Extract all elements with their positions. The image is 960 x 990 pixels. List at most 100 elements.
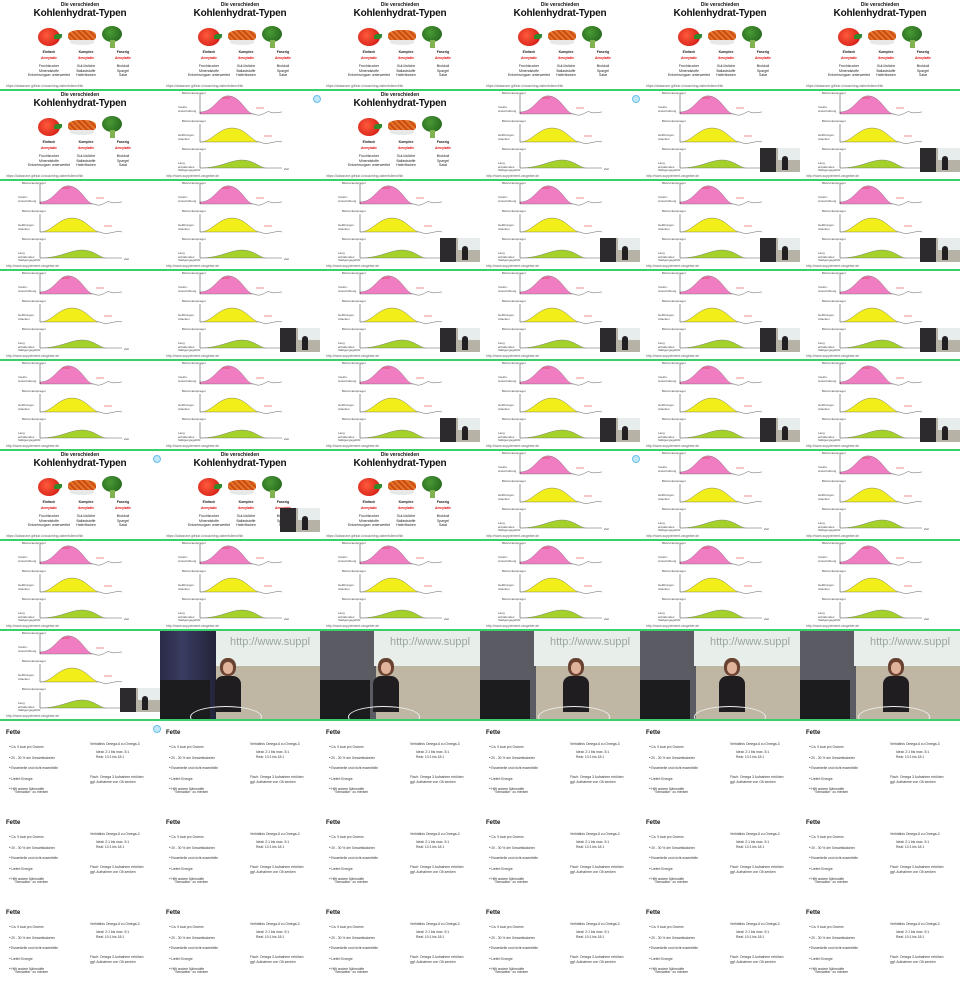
bullet-list: Ca. 9 kcal pro Gramm20 - 30 % der Gesamt… — [169, 742, 218, 795]
bullet-item: Essentielle und nicht essentielle — [809, 763, 858, 774]
curve-label: Heißhunger-Attacken — [498, 403, 515, 411]
video-thumbnail-frame[interactable]: Fette Ca. 9 kcal pro Gramm20 - 30 % der G… — [320, 900, 480, 990]
curve-tail — [413, 201, 443, 206]
video-thumbnail-frame[interactable]: Die verschieden Kohlenhydrat-Typen Einfach… — [320, 0, 480, 90]
video-thumbnail-frame[interactable]: Blutzuckerspiegel Insulin-Ausschüttung Blu… — [320, 270, 480, 360]
video-thumbnail-frame[interactable]: Blutzuckerspiegel Insulin-Ausschüttung Blu… — [800, 540, 960, 630]
curve-tail — [579, 231, 603, 234]
video-thumbnail-frame[interactable]: Die verschieden Kohlenhydrat-Typen Einfach… — [0, 450, 160, 540]
video-thumbnail-frame[interactable]: Blutzuckerspiegel Insulin-Ausschüttung Blu… — [160, 180, 320, 270]
slide-title: Fette — [806, 820, 821, 826]
curve-tail — [419, 411, 443, 414]
video-thumbnail-frame[interactable]: Blutzuckerspiegel Insulin-Ausschüttung Blu… — [0, 360, 160, 450]
curve-label: Blutzuckerspiegel — [662, 389, 686, 393]
video-thumbnail-frame[interactable]: Fette Ca. 9 kcal pro Gramm20 - 30 % der G… — [480, 810, 640, 900]
video-thumbnail-frame[interactable]: http://www.suppl — [640, 630, 800, 720]
video-thumbnail-frame[interactable]: Blutzuckerspiegel Insulin-Ausschüttung Blu… — [160, 540, 320, 630]
video-thumbnail-frame[interactable]: Blutzuckerspiegel Insulin-Ausschüttung Blu… — [480, 360, 640, 450]
video-thumbnail-frame[interactable]: Blutzuckerspiegel Insulin-Ausschüttung Blu… — [640, 360, 800, 450]
video-thumbnail-frame[interactable]: Fette Ca. 9 kcal pro Gramm20 - 30 % der G… — [640, 900, 800, 990]
video-thumbnail-frame[interactable]: Fette Ca. 9 kcal pro Gramm20 - 30 % der G… — [480, 720, 640, 810]
video-thumbnail-frame[interactable]: Blutzuckerspiegel Insulin-Ausschüttung Blu… — [160, 90, 320, 180]
yellow-curve — [839, 127, 901, 143]
video-thumbnail-frame[interactable]: Fette Ca. 9 kcal pro Gramm20 - 30 % der G… — [0, 810, 160, 900]
speaker-video-inset — [440, 328, 480, 352]
video-thumbnail-frame[interactable]: Blutzuckerspiegel Insulin-Ausschüttung Blu… — [800, 180, 960, 270]
slide-url: http://www.supplement-rasgeber.de — [806, 534, 860, 538]
video-thumbnail-frame[interactable]: Die verschieden Kohlenhydrat-Typen Einfach… — [480, 0, 640, 90]
bowl-image — [870, 40, 894, 45]
broccoli-stem-image — [430, 130, 435, 138]
video-thumbnail-frame[interactable]: Die verschieden Kohlenhydrat-Typen Einfach… — [640, 0, 800, 90]
video-thumbnail-frame[interactable]: Blutzuckerspiegel Insulin-Ausschüttung Blu… — [640, 180, 800, 270]
slide-title: Fette — [806, 910, 821, 916]
green-curve — [39, 609, 107, 619]
video-thumbnail-frame[interactable]: Blutzuckerspiegel Insulin-Ausschüttung Blu… — [800, 90, 960, 180]
video-thumbnail-frame[interactable]: Blutzuckerspiegel Insulin-Ausschüttung Blu… — [800, 450, 960, 540]
video-thumbnail-frame[interactable]: Blutzuckerspiegel Insulin-Ausschüttung Blu… — [0, 630, 160, 720]
video-thumbnail-frame[interactable]: Blutzuckerspiegel Insulin-Ausschüttung Blu… — [320, 180, 480, 270]
video-thumbnail-frame[interactable]: Fette Ca. 9 kcal pro Gramm20 - 30 % der G… — [640, 810, 800, 900]
slide-url: http://www.supplement-rasgeber.de — [486, 624, 540, 628]
video-thumbnail-frame[interactable]: Blutzuckerspiegel Insulin-Ausschüttung Blu… — [480, 90, 640, 180]
curve-label: Heißhunger-Attacken — [818, 403, 835, 411]
video-thumbnail-frame[interactable]: http://www.suppl — [800, 630, 960, 720]
video-thumbnail-frame[interactable]: Blutzuckerspiegel Insulin-Ausschüttung Blu… — [320, 360, 480, 450]
curve-label: Insulin-Ausschüttung — [498, 465, 517, 473]
curve-label: Lang anhaltendes Sättigungsgefühl — [178, 161, 201, 172]
video-thumbnail-frame[interactable]: Die verschieden Kohlenhydrat-Typen Einfach… — [320, 450, 480, 540]
bowl-image — [390, 490, 414, 495]
video-thumbnail-frame[interactable]: Fette Ca. 9 kcal pro Gramm20 - 30 % der G… — [800, 900, 960, 990]
video-thumbnail-frame[interactable]: Blutzuckerspiegel Insulin-Ausschüttung Blu… — [800, 360, 960, 450]
video-thumbnail-frame[interactable]: Blutzuckerspiegel Insulin-Ausschüttung Blu… — [0, 180, 160, 270]
video-thumbnail-frame[interactable]: Blutzuckerspiegel Insulin-Ausschüttung Blu… — [160, 270, 320, 360]
video-thumbnail-frame[interactable]: Fette Ca. 9 kcal pro Gramm20 - 30 % der G… — [0, 720, 160, 810]
video-thumbnail-frame[interactable]: Blutzuckerspiegel Insulin-Ausschüttung Blu… — [640, 90, 800, 180]
video-thumbnail-frame[interactable]: Fette Ca. 9 kcal pro Gramm20 - 30 % der G… — [320, 810, 480, 900]
right-note: ggf. Aufnahme von O6 senken — [890, 960, 936, 964]
video-thumbnail-frame[interactable]: Blutzuckerspiegel Insulin-Ausschüttung Blu… — [480, 450, 640, 540]
video-thumbnail-frame[interactable]: Fette Ca. 9 kcal pro Gramm20 - 30 % der G… — [480, 900, 640, 990]
slide-url: http://www.supplement-rasgeber.de — [6, 264, 60, 268]
tomato-leaf-image — [214, 34, 222, 39]
curve-label: Lang anhaltendes Sättigungsgefühl — [18, 341, 41, 352]
video-thumbnail-frame[interactable]: http://www.suppl — [160, 630, 320, 720]
video-thumbnail-frame[interactable]: Blutzuckerspiegel Insulin-Ausschüttung Blu… — [480, 270, 640, 360]
video-thumbnail-frame[interactable]: Die verschieden Kohlenhydrat-Typen Einfach… — [0, 0, 160, 90]
curve-tail — [99, 681, 123, 684]
video-thumbnail-frame[interactable]: Blutzuckerspiegel Insulin-Ausschüttung Blu… — [480, 540, 640, 630]
video-thumbnail-frame[interactable]: Die verschieden Kohlenhydrat-Typen Einfach… — [320, 90, 480, 180]
video-thumbnail-frame[interactable]: Die verschieden Kohlenhydrat-Typen Einfach… — [0, 90, 160, 180]
video-thumbnail-frame[interactable]: Blutzuckerspiegel Insulin-Ausschüttung Blu… — [640, 540, 800, 630]
video-thumbnail-frame[interactable]: Fette Ca. 9 kcal pro Gramm20 - 30 % der G… — [800, 810, 960, 900]
video-thumbnail-frame[interactable]: Die verschieden Kohlenhydrat-Typen Einfach… — [160, 450, 320, 540]
video-thumbnail-frame[interactable]: Fette Ca. 9 kcal pro Gramm20 - 30 % der G… — [160, 810, 320, 900]
video-thumbnail-frame[interactable]: Blutzuckerspiegel Insulin-Ausschüttung Blu… — [0, 270, 160, 360]
video-thumbnail-frame[interactable]: Blutzuckerspiegel Insulin-Ausschüttung Blu… — [640, 270, 800, 360]
video-thumbnail-frame[interactable]: Blutzuckerspiegel Insulin-Ausschüttung Blu… — [640, 450, 800, 540]
video-thumbnail-frame[interactable]: Fette Ca. 9 kcal pro Gramm20 - 30 % der G… — [0, 900, 160, 990]
curve-tail — [733, 381, 763, 386]
video-thumbnail-frame[interactable]: Die verschieden Kohlenhydrat-Typen Einfach… — [800, 0, 960, 90]
curve-label: Heißhunger-Attacken — [178, 223, 195, 231]
video-thumbnail-frame[interactable]: Blutzuckerspiegel Insulin-Ausschüttung Blu… — [160, 360, 320, 450]
video-thumbnail-frame[interactable]: Fette Ca. 9 kcal pro Gramm20 - 30 % der G… — [320, 720, 480, 810]
video-thumbnail-frame[interactable]: http://www.suppl — [320, 630, 480, 720]
video-thumbnail-frame[interactable]: http://www.suppl — [480, 630, 640, 720]
video-thumbnail-frame[interactable]: Blutzuckerspiegel Insulin-Ausschüttung Blu… — [320, 540, 480, 630]
speaker-video-inset — [280, 328, 320, 352]
curve-label: Blutzuckerspiegel — [22, 299, 46, 303]
time-axis-label: Zeit — [604, 167, 610, 171]
video-thumbnail-frame[interactable]: Blutzuckerspiegel Insulin-Ausschüttung Blu… — [800, 270, 960, 360]
video-thumbnail-frame[interactable]: Fette Ca. 9 kcal pro Gramm20 - 30 % der G… — [160, 900, 320, 990]
video-thumbnail-frame[interactable]: Fette Ca. 9 kcal pro Gramm20 - 30 % der G… — [640, 720, 800, 810]
video-thumbnail-frame[interactable]: Blutzuckerspiegel Insulin-Ausschüttung Blu… — [480, 180, 640, 270]
video-thumbnail-frame[interactable]: Blutzuckerspiegel Insulin-Ausschüttung Blu… — [0, 540, 160, 630]
yellow-curve — [679, 217, 741, 233]
inset-speaker — [622, 426, 628, 440]
video-thumbnail-frame[interactable]: Die verschieden Kohlenhydrat-Typen Einfach… — [160, 0, 320, 90]
bullet-item: 20 - 30 % der Gesamtkalorien — [649, 843, 698, 854]
video-thumbnail-frame[interactable]: Fette Ca. 9 kcal pro Gramm20 - 30 % der G… — [800, 720, 960, 810]
curve-label: Blutzuckerspiegel — [662, 119, 686, 123]
video-thumbnail-frame[interactable]: Fette Ca. 9 kcal pro Gramm20 - 30 % der G… — [160, 720, 320, 810]
